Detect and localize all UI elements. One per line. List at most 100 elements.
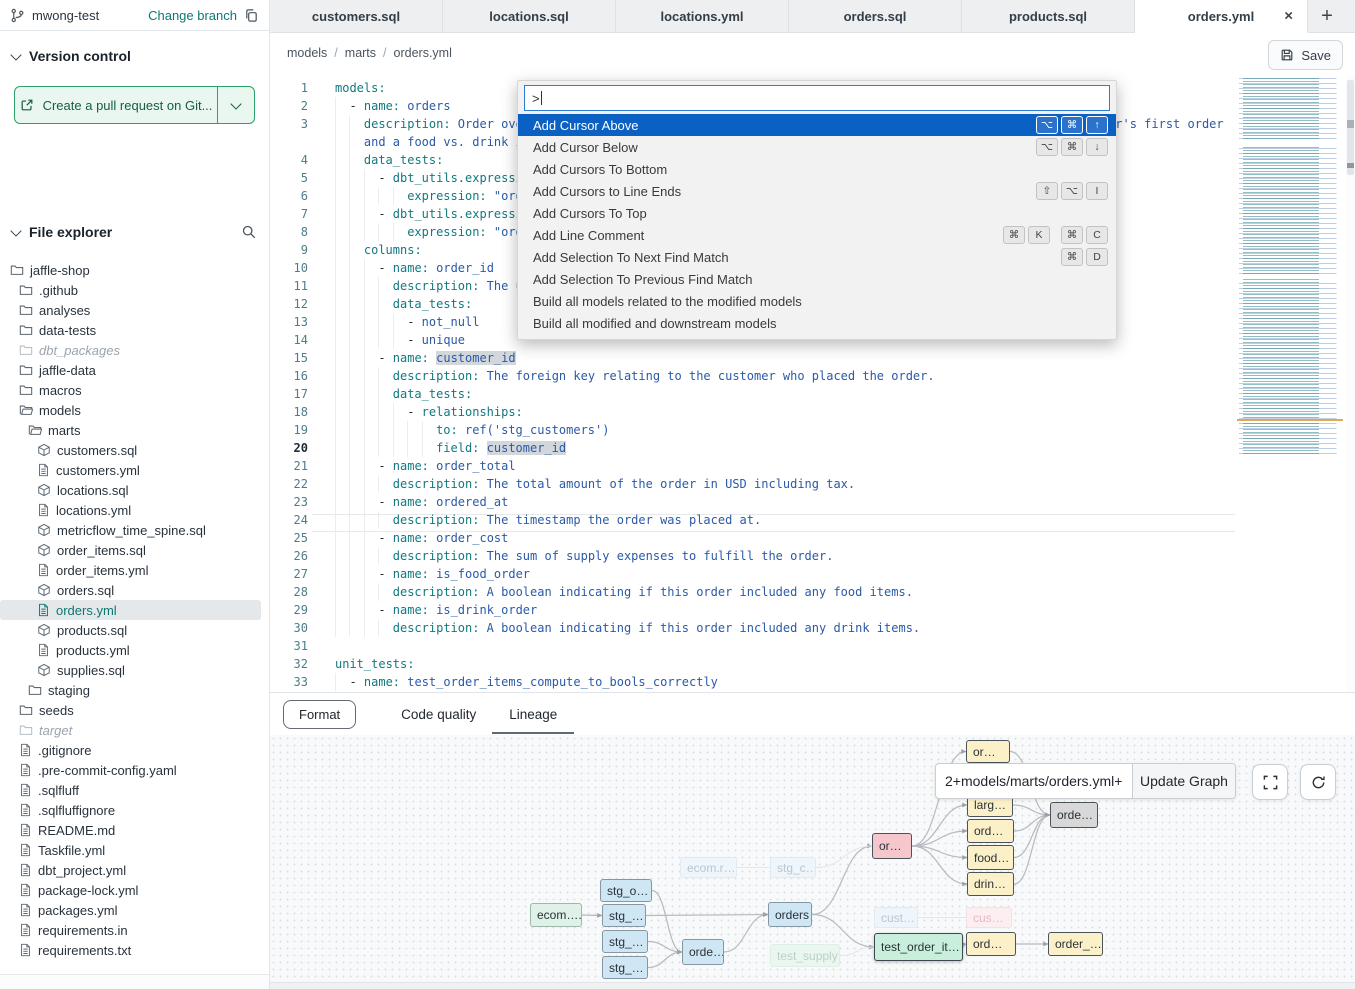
code-line[interactable]: 20field: customer_id (270, 439, 1235, 457)
tree-item-.sqlfluff[interactable]: .sqlfluff (0, 780, 269, 800)
lineage-node-drin[interactable]: drin… (967, 872, 1014, 896)
lineage-node-food[interactable]: food… (967, 845, 1014, 870)
tree-item-staging[interactable]: staging (0, 680, 269, 700)
lineage-node-stg_[interactable]: stg_… (602, 904, 646, 927)
code-line[interactable]: 31 (270, 637, 1235, 655)
lineage-node-ecom[interactable]: ecom…. (530, 903, 582, 927)
update-graph-button[interactable]: Update Graph (1132, 764, 1235, 798)
tree-item-customers.yml[interactable]: customers.yml (0, 460, 269, 480)
code-line[interactable]: 26description: The sum of supply expense… (270, 547, 1235, 565)
tree-item-jaffle-shop[interactable]: jaffle-shop (0, 260, 269, 280)
tree-item-dbt_packages[interactable]: dbt_packages (0, 340, 269, 360)
graph-selector-input[interactable] (936, 764, 1132, 798)
tab-locations.yml[interactable]: locations.yml (616, 0, 789, 32)
tree-item-Taskfile.yml[interactable]: Taskfile.yml (0, 840, 269, 860)
lineage-node-orders[interactable]: orders (768, 902, 812, 927)
lineage-node-stg_[interactable]: stg_… (602, 930, 648, 953)
lineage-node-or[interactable]: or… (872, 833, 912, 859)
code-line[interactable]: 25- name: order_cost (270, 529, 1235, 547)
lineage-node-or[interactable]: or… (966, 740, 1010, 763)
tree-item-analyses[interactable]: analyses (0, 300, 269, 320)
tree-item-locations.yml[interactable]: locations.yml (0, 500, 269, 520)
pr-dropdown-caret[interactable] (217, 87, 254, 123)
code-line[interactable]: 17data_tests: (270, 385, 1235, 403)
lineage-node-cus[interactable]: cus… (966, 907, 1012, 928)
code-line[interactable]: 24description: The timestamp the order w… (270, 511, 1235, 529)
tree-item-marts[interactable]: marts (0, 420, 269, 440)
code-line[interactable]: 28description: A boolean indicating if t… (270, 583, 1235, 601)
code-line[interactable]: 30description: A boolean indicating if t… (270, 619, 1235, 637)
tree-item-customers.sql[interactable]: customers.sql (0, 440, 269, 460)
code-line[interactable]: 32unit_tests: (270, 655, 1235, 673)
tree-item-.pre-commit-config.yaml[interactable]: .pre-commit-config.yaml (0, 760, 269, 780)
tree-item-metricflow_time_spine.sql[interactable]: metricflow_time_spine.sql (0, 520, 269, 540)
tab-orders.sql[interactable]: orders.sql (789, 0, 962, 32)
tree-item-products.sql[interactable]: products.sql (0, 620, 269, 640)
refresh-button[interactable] (1300, 764, 1336, 800)
lineage-node-ecomr[interactable]: ecom.r… (680, 857, 737, 878)
tab-locations.sql[interactable]: locations.sql (443, 0, 616, 32)
format-button[interactable]: Format (283, 700, 356, 729)
code-line[interactable]: 23- name: ordered_at (270, 493, 1235, 511)
tree-item-models[interactable]: models (0, 400, 269, 420)
code-line[interactable]: 18- relationships: (270, 403, 1235, 421)
tree-item-products.yml[interactable]: products.yml (0, 640, 269, 660)
tab-customers.sql[interactable]: customers.sql (270, 0, 443, 32)
tree-item-seeds[interactable]: seeds (0, 700, 269, 720)
command-item-add-cursors-to-bottom[interactable]: Add Cursors To Bottom (518, 158, 1116, 180)
lineage-node-orde[interactable]: orde… (1050, 802, 1098, 828)
new-tab-button[interactable]: + (1308, 0, 1346, 32)
copy-icon[interactable] (244, 8, 259, 23)
lineage-node-stg_c[interactable]: stg_c… (770, 857, 816, 878)
code-line[interactable]: 22description: The total amount of the o… (270, 475, 1235, 493)
code-line[interactable]: 19to: ref('stg_customers') (270, 421, 1235, 439)
command-item-add-cursors-to-top[interactable]: Add Cursors To Top (518, 202, 1116, 224)
code-line[interactable]: 15- name: customer_id (270, 349, 1235, 367)
tree-item-.gitignore[interactable]: .gitignore (0, 740, 269, 760)
breadcrumb-item[interactable]: models (287, 46, 327, 60)
tree-item-data-tests[interactable]: data-tests (0, 320, 269, 340)
tree-item-target[interactable]: target (0, 720, 269, 740)
fullscreen-button[interactable] (1252, 764, 1288, 800)
tree-item-requirements.txt[interactable]: requirements.txt (0, 940, 269, 960)
tree-item-order_items.yml[interactable]: order_items.yml (0, 560, 269, 580)
tree-item-supplies.sql[interactable]: supplies.sql (0, 660, 269, 680)
lineage-canvas[interactable]: ecom….stg_o…stg_…stg_…stg_…orde…ordersec… (270, 735, 1355, 982)
code-line[interactable]: 29- name: is_drink_order (270, 601, 1235, 619)
tree-item-orders.yml[interactable]: orders.yml (0, 600, 261, 620)
editor-scrollbar[interactable] (1346, 75, 1355, 692)
lineage-node-ord[interactable]: ord… (967, 819, 1014, 843)
code-line[interactable]: 27- name: is_food_order (270, 565, 1235, 583)
code-line[interactable]: 16description: The foreign key relating … (270, 367, 1235, 385)
code-line[interactable]: 21- name: order_total (270, 457, 1235, 475)
version-control-header[interactable]: Version control (0, 44, 269, 68)
tree-item-order_items.sql[interactable]: order_items.sql (0, 540, 269, 560)
tree-item-orders.sql[interactable]: orders.sql (0, 580, 269, 600)
lineage-node-test_order_it[interactable]: test_order_it… (874, 933, 963, 961)
lineage-node-orde[interactable]: orde… (682, 939, 724, 965)
search-icon[interactable] (241, 224, 257, 240)
tree-item-README.md[interactable]: README.md (0, 820, 269, 840)
breadcrumb-item[interactable]: orders.yml (394, 46, 452, 60)
tree-item-requirements.in[interactable]: requirements.in (0, 920, 269, 940)
code-line[interactable]: 33- name: test_order_items_compute_to_bo… (270, 673, 1235, 691)
command-palette-input[interactable]: > (524, 85, 1110, 111)
save-button[interactable]: Save (1268, 40, 1343, 70)
lineage-node-ord[interactable]: ord… (966, 932, 1016, 956)
close-icon[interactable]: × (1284, 9, 1293, 24)
tree-item-macros[interactable]: macros (0, 380, 269, 400)
lineage-node-stg_[interactable]: stg_… (602, 956, 648, 979)
command-item-add-cursor-above[interactable]: Add Cursor Above⌥⌘↑ (518, 114, 1116, 136)
tree-item-.sqlfluffignore[interactable]: .sqlfluffignore (0, 800, 269, 820)
tree-item-locations.sql[interactable]: locations.sql (0, 480, 269, 500)
change-branch-link[interactable]: Change branch (148, 8, 237, 23)
command-item-build-all-models-related-to-the-modified-models[interactable]: Build all models related to the modified… (518, 290, 1116, 312)
command-item-add-selection-to-next-find-match[interactable]: Add Selection To Next Find Match⌘D (518, 246, 1116, 268)
tree-item-.github[interactable]: .github (0, 280, 269, 300)
file-explorer-header[interactable]: File explorer (0, 220, 269, 244)
minimap[interactable] (1237, 78, 1343, 456)
tree-item-jaffle-data[interactable]: jaffle-data (0, 360, 269, 380)
lineage-node-stg_o[interactable]: stg_o… (600, 879, 652, 902)
breadcrumb-item[interactable]: marts (345, 46, 376, 60)
command-item-add-line-comment[interactable]: Add Line Comment⌘K⌘C (518, 224, 1116, 246)
